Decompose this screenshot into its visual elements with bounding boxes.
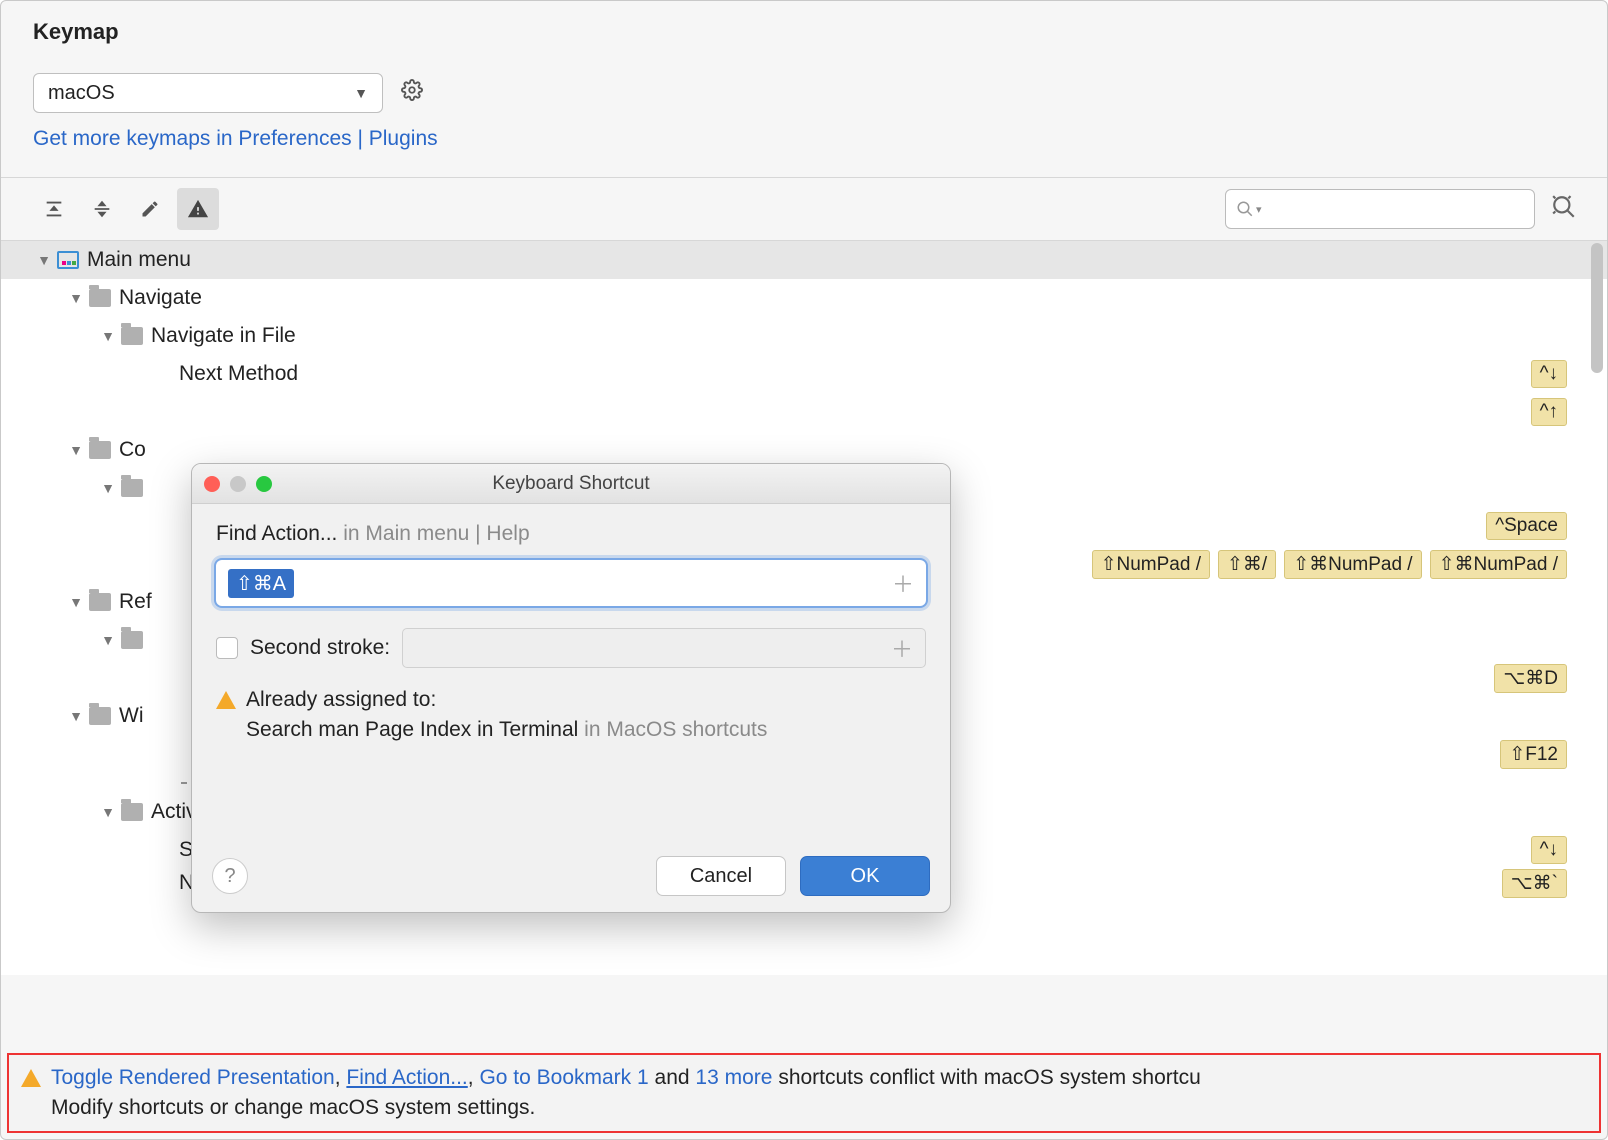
banner-line-2: Modify shortcuts or change macOS system … — [51, 1093, 1201, 1123]
shortcut-badge: ^↓ — [1531, 360, 1567, 388]
shortcut-badges: ⇧NumPad / ⇧⌘/ ⇧⌘NumPad / ⇧⌘NumPad / — [1092, 550, 1567, 579]
folder-icon — [121, 631, 143, 649]
conflict-link[interactable]: Find Action... — [346, 1066, 467, 1089]
second-stroke-checkbox[interactable] — [216, 637, 238, 659]
first-stroke-input[interactable]: ⇧⌘A ＋ — [216, 560, 926, 606]
disclosure-icon[interactable]: ▼ — [99, 632, 117, 648]
shortcut-badge: ^Space — [1486, 512, 1567, 540]
action-name: Find Action... — [216, 522, 337, 545]
tree-toolbar: ▾ — [1, 178, 1607, 240]
shortcut-badge: ⇧NumPad / — [1092, 550, 1210, 579]
shortcut-badges: ^↑ — [1531, 398, 1567, 426]
warning-icon — [216, 691, 236, 709]
shortcut-badges: ^Space — [1486, 512, 1567, 540]
tree-label: Navigate in File — [151, 324, 296, 348]
assigned-context: in MacOS shortcuts — [584, 718, 767, 741]
second-stroke-input: ＋ — [402, 628, 926, 668]
shortcut-badge: ⌥⌘D — [1494, 664, 1567, 693]
conflict-link[interactable]: Toggle Rendered Presentation — [51, 1066, 335, 1089]
warning-icon — [21, 1069, 41, 1087]
conflict-detail: Search man Page Index in Terminal in Mac… — [246, 718, 926, 742]
scrollbar-thumb[interactable] — [1591, 243, 1603, 373]
collapse-all-icon[interactable] — [81, 188, 123, 230]
tree-action-row[interactable]: ^↑ — [1, 393, 1607, 431]
plus-icon[interactable]: ＋ — [892, 567, 914, 599]
folder-icon — [121, 327, 143, 345]
shortcut-badges: ⌥⌘D — [1494, 664, 1567, 693]
shortcut-badges: ^↓ — [1531, 836, 1567, 864]
folder-icon — [121, 803, 143, 821]
header: Keymap macOS ▼ Get more keymaps in Prefe… — [1, 1, 1607, 159]
page-title: Keymap — [33, 19, 1577, 45]
dialog-title: Keyboard Shortcut — [192, 473, 950, 495]
conflict-link[interactable]: Go to Bookmark 1 — [479, 1066, 648, 1089]
chevron-down-icon: ▼ — [354, 85, 368, 101]
shortcut-badge: ^↑ — [1531, 398, 1567, 426]
disclosure-icon[interactable]: ▼ — [99, 328, 117, 344]
shortcut-badge: ⇧⌘NumPad / — [1284, 550, 1421, 579]
disclosure-icon[interactable]: ▼ — [35, 252, 53, 268]
shortcut-badge: ⇧F12 — [1500, 740, 1567, 769]
dialog-titlebar[interactable]: Keyboard Shortcut — [192, 464, 950, 504]
conflict-warning: Already assigned to: — [216, 688, 926, 712]
ok-button[interactable]: OK — [800, 856, 930, 896]
find-by-shortcut-icon[interactable] — [1551, 194, 1577, 225]
edit-icon[interactable] — [129, 188, 171, 230]
tree-label: Navigate — [119, 286, 202, 310]
first-stroke-value: ⇧⌘A — [228, 569, 294, 598]
keymap-dropdown-value: macOS — [48, 82, 115, 105]
shortcut-badges: ⌥⌘` — [1502, 869, 1567, 898]
conflict-banner: Toggle Rendered Presentation, Find Actio… — [7, 1053, 1601, 1133]
tree-folder-row[interactable]: ▼ Navigate in File — [1, 317, 1607, 355]
shortcut-badges: ^↓ — [1531, 360, 1567, 388]
shortcut-badges: ⇧F12 — [1500, 740, 1567, 769]
menu-icon — [57, 251, 79, 269]
assigned-action: Search man Page Index in Terminal — [246, 718, 578, 741]
tree-label: Next Method — [179, 362, 298, 386]
keymap-dropdown[interactable]: macOS ▼ — [33, 73, 383, 113]
keyboard-shortcut-dialog: Keyboard Shortcut Find Action... in Main… — [191, 463, 951, 913]
disclosure-icon[interactable]: ▼ — [67, 708, 85, 724]
shortcut-badge: ⇧⌘NumPad / — [1430, 550, 1567, 579]
disclosure-icon[interactable]: ▼ — [67, 442, 85, 458]
disclosure-icon[interactable]: ▼ — [99, 480, 117, 496]
folder-icon — [89, 441, 111, 459]
keymap-selector-row: macOS ▼ — [33, 73, 1577, 113]
plus-icon: ＋ — [891, 632, 913, 664]
tree-folder-row[interactable]: ▼ Navigate — [1, 279, 1607, 317]
folder-icon — [89, 707, 111, 725]
tree-label: Wi — [119, 704, 144, 728]
gear-icon[interactable] — [401, 79, 423, 107]
tree-action-row[interactable]: Next Method ^↓ — [1, 355, 1607, 393]
folder-icon — [89, 593, 111, 611]
folder-icon — [89, 289, 111, 307]
conflict-more-link[interactable]: 13 more — [695, 1066, 772, 1089]
shortcut-badge: ^↓ — [1531, 836, 1567, 864]
chevron-down-icon: ▾ — [1256, 203, 1262, 216]
already-assigned-label: Already assigned to: — [246, 688, 436, 712]
show-conflicts-icon[interactable] — [177, 188, 219, 230]
shortcut-badge: ⇧⌘/ — [1218, 550, 1276, 579]
search-input[interactable]: ▾ — [1225, 189, 1535, 229]
disclosure-icon[interactable]: ▼ — [67, 594, 85, 610]
tree-row-main-menu[interactable]: ▼ Main menu — [1, 241, 1607, 279]
disclosure-icon[interactable]: ▼ — [67, 290, 85, 306]
keymap-preferences-pane: Keymap macOS ▼ Get more keymaps in Prefe… — [0, 0, 1608, 1140]
dialog-action-line: Find Action... in Main menu | Help — [216, 522, 926, 546]
banner-line-1: Toggle Rendered Presentation, Find Actio… — [51, 1063, 1201, 1093]
action-path: in Main menu | Help — [343, 522, 529, 545]
folder-icon — [121, 479, 143, 497]
tree-label: Co — [119, 438, 146, 462]
shortcut-badge: ⌥⌘` — [1502, 869, 1567, 898]
cancel-button[interactable]: Cancel — [656, 856, 786, 896]
get-more-keymaps-link[interactable]: Get more keymaps in Preferences | Plugin… — [33, 127, 1577, 151]
tree-label: Main menu — [87, 248, 191, 272]
second-stroke-label: Second stroke: — [250, 636, 390, 660]
disclosure-icon[interactable]: ▼ — [99, 804, 117, 820]
tree-label: Ref — [119, 590, 152, 614]
help-button[interactable]: ? — [212, 858, 248, 894]
expand-all-icon[interactable] — [33, 188, 75, 230]
